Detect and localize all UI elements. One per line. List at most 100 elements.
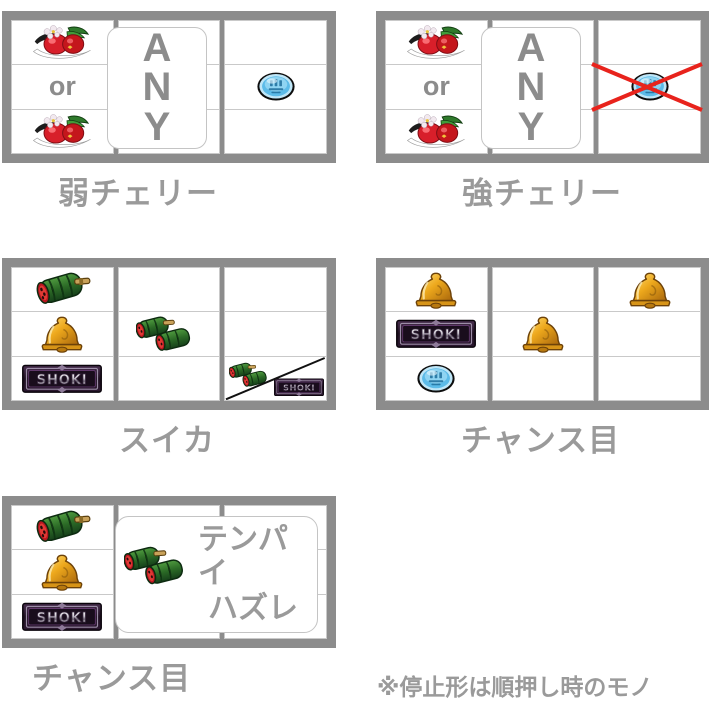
watermelon-icon xyxy=(31,270,93,310)
reel-column-3 xyxy=(598,20,701,154)
cell-r2c1: or xyxy=(386,65,487,110)
bell-icon xyxy=(627,271,673,309)
cell-r3c3 xyxy=(225,109,326,153)
panel-caption: 弱チェリー xyxy=(58,176,218,212)
reel-column-3 xyxy=(598,267,701,401)
cherry-icon xyxy=(31,112,93,150)
cell-r3c1: SHOKI xyxy=(12,594,113,638)
bell-icon xyxy=(520,315,566,353)
reel-column-3 xyxy=(224,20,327,154)
cell-r2c1: SHOKI xyxy=(386,312,487,357)
shoki-plaque-icon: SHOKI xyxy=(274,378,324,397)
cell-r2c1: or xyxy=(12,65,113,110)
tenpai-label: テンパイ ハズレ xyxy=(198,521,317,627)
cell-r3c2 xyxy=(492,356,594,400)
cell-r1c2 xyxy=(492,268,594,313)
bell-icon xyxy=(39,315,85,353)
any-letter-a: A xyxy=(516,26,546,71)
panel-caption: 強チェリー xyxy=(462,176,622,212)
panel-caption: チャンス目 xyxy=(461,423,621,459)
or-label: or xyxy=(422,71,450,102)
cell-r2c1 xyxy=(12,312,113,357)
svg-text:SHOKI: SHOKI xyxy=(283,383,315,393)
reel-frame: SHOKI xyxy=(2,258,336,410)
shoki-plaque-icon: SHOKI xyxy=(22,602,103,632)
reel-column-1: or xyxy=(11,20,114,154)
cell-r2c2 xyxy=(492,312,594,357)
reel-column-1: or xyxy=(385,20,488,154)
panel-caption: スイカ xyxy=(119,423,215,459)
any-letter-y: Y xyxy=(143,104,171,149)
replay-icon xyxy=(416,363,456,394)
reel-columns: SHOKI xyxy=(11,267,327,401)
reel-frame: SHOKI xyxy=(2,496,336,648)
replay-icon xyxy=(256,71,296,102)
cell-r3c3 xyxy=(599,109,700,153)
cherry-icon xyxy=(405,112,467,150)
reel-columns: SHOKI xyxy=(385,267,701,401)
any-letter-n: N xyxy=(142,65,172,110)
cell-r1c1 xyxy=(12,506,113,551)
reel-column-1: SHOKI xyxy=(11,505,114,639)
reel-column-1: SHOKI xyxy=(385,267,488,401)
shoki-plaque-icon: SHOKI xyxy=(22,364,103,394)
tenpai-line1: テンパイ xyxy=(198,521,288,592)
cell-r1c3 xyxy=(225,268,326,313)
cell-r3c1 xyxy=(12,109,113,153)
any-letter-y: Y xyxy=(517,104,545,149)
cell-r1c1 xyxy=(12,268,113,313)
panel-chance-me-bell: SHOKI チャンス目 xyxy=(376,258,709,457)
cell-r1c1 xyxy=(386,268,487,313)
shoki-plaque-icon: SHOKI xyxy=(396,319,477,349)
reel-frame: SHOKI xyxy=(376,258,709,410)
cell-r2c1 xyxy=(12,550,113,595)
watermelon-double-icon xyxy=(123,544,196,589)
panel-watermelon: SHOKI SHOKI スイカ xyxy=(2,258,336,457)
svg-text:SHOKI: SHOKI xyxy=(37,372,88,387)
panel-chance-me-tenpai: SHOKI テンパイ ハズレ チャンス目 xyxy=(2,496,336,695)
panel-weak-cherry: or A N Y 弱チェリー xyxy=(2,11,336,210)
reel-column-1: SHOKI xyxy=(11,267,114,401)
cell-r1c3 xyxy=(599,268,700,313)
any-letter-a: A xyxy=(142,26,172,71)
bell-icon xyxy=(413,271,459,309)
reel-column-3: SHOKI xyxy=(224,267,327,401)
tenpai-line2: ハズレ xyxy=(208,590,298,626)
tenpai-overlay-box: テンパイ ハズレ xyxy=(115,516,318,633)
cell-r3c1 xyxy=(386,109,487,153)
cell-r1c3 xyxy=(225,21,326,66)
watermelon-double-icon xyxy=(135,314,202,355)
any-overlay-box: A N Y xyxy=(107,27,207,149)
or-label: or xyxy=(48,71,76,102)
cell-r3c1 xyxy=(386,356,487,400)
svg-text:SHOKI: SHOKI xyxy=(37,610,88,625)
any-letter-n: N xyxy=(516,65,546,110)
cell-r1c3 xyxy=(599,21,700,66)
cherry-icon xyxy=(31,23,93,61)
watermelon-icon xyxy=(31,508,93,548)
reel-frame: or A N Y xyxy=(376,11,709,163)
cell-r1c2 xyxy=(118,268,220,313)
cell-r2c3 xyxy=(599,312,700,357)
cell-r2c3 xyxy=(225,65,326,110)
cell-r1c1 xyxy=(386,21,487,66)
reel-frame: or A N Y xyxy=(2,11,336,163)
cherry-icon xyxy=(405,23,467,61)
replay-icon xyxy=(630,71,670,102)
bell-icon xyxy=(39,553,85,591)
cell-r1c1 xyxy=(12,21,113,66)
reel-column-2 xyxy=(491,267,595,401)
cell-r2c2 xyxy=(118,312,220,357)
panel-caption: チャンス目 xyxy=(32,661,192,697)
footnote: ※停止形は順押し時のモノ xyxy=(377,675,653,701)
cell-r3c2 xyxy=(118,356,220,400)
watermelon-double-icon xyxy=(228,361,275,390)
reel-column-2 xyxy=(117,267,221,401)
panel-strong-cherry: or A N Y 強チェリー xyxy=(376,11,709,210)
any-overlay-box: A N Y xyxy=(481,27,581,149)
svg-text:SHOKI: SHOKI xyxy=(411,328,462,343)
cell-r3c3: SHOKI xyxy=(225,356,326,400)
cell-r2c3 xyxy=(599,65,700,110)
cell-r3c1: SHOKI xyxy=(12,356,113,400)
cell-r2c3 xyxy=(225,312,326,357)
